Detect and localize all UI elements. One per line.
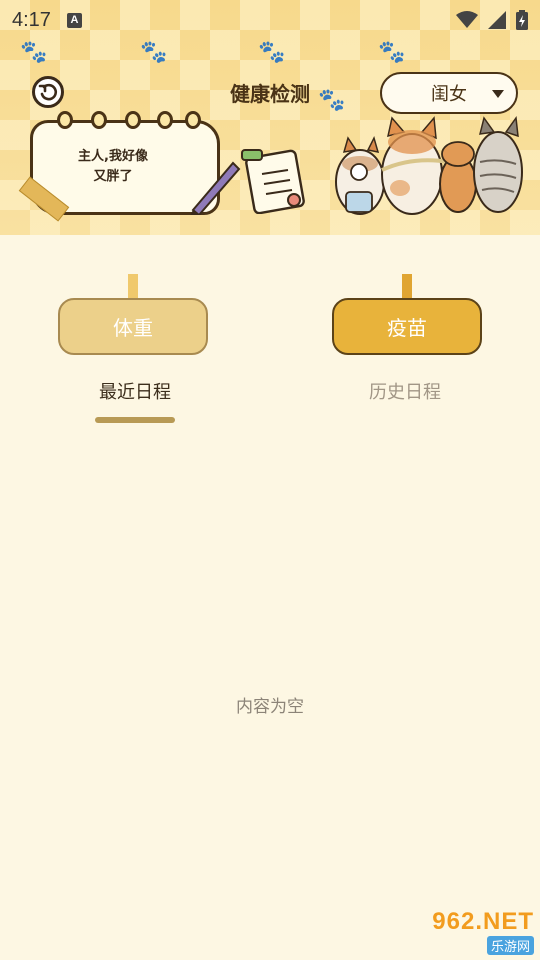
status-bar: 4:17 A: [0, 0, 540, 40]
schedule-subtabs: 最近日程 历史日程: [0, 374, 540, 434]
paw-icon: 🐾: [20, 40, 48, 65]
paw-icon: 🐾: [140, 40, 168, 65]
cats-illustration: [335, 115, 523, 215]
note-line-1: 主人,我好像: [78, 149, 148, 164]
caret-down-icon: [492, 90, 504, 98]
gender-select[interactable]: 闺女: [380, 72, 518, 114]
note-card: 主人,我好像 又胖了: [18, 111, 241, 222]
watermark-bottom: 乐游网: [486, 935, 534, 955]
paw-icon: 🐾: [258, 40, 286, 65]
tab-vaccine[interactable]: 疫苗: [332, 298, 482, 355]
signal-icon: [488, 11, 506, 29]
gender-select-value: 闺女: [431, 84, 467, 105]
clipboard-icon: [241, 149, 305, 214]
tab-weight[interactable]: 体重: [58, 298, 208, 355]
active-tab-indicator: [95, 417, 175, 423]
wifi-icon: [456, 11, 478, 28]
watermark-top: 962.NET: [432, 907, 534, 935]
battery-icon: [516, 10, 528, 30]
empty-state-text: 内容为空: [236, 697, 304, 717]
title-bar: 健康检测 闺女: [0, 70, 540, 114]
note-text: 主人,我好像 又胖了: [33, 147, 193, 187]
paw-icon: 🐾: [378, 40, 406, 65]
tab-hanger: [402, 274, 412, 300]
subtab-recent-schedule[interactable]: 最近日程: [55, 378, 215, 404]
category-tabs: 体重 疫苗: [0, 274, 540, 355]
note-line-2: 又胖了: [93, 169, 133, 184]
watermark-logo: 962.NET 乐游网: [404, 907, 534, 955]
subtab-history-schedule[interactable]: 历史日程: [325, 378, 485, 404]
tab-hanger: [128, 274, 138, 300]
pen-icon: [190, 161, 241, 215]
status-time: 4:17: [12, 8, 51, 31]
notification-a-icon: A: [66, 12, 82, 28]
